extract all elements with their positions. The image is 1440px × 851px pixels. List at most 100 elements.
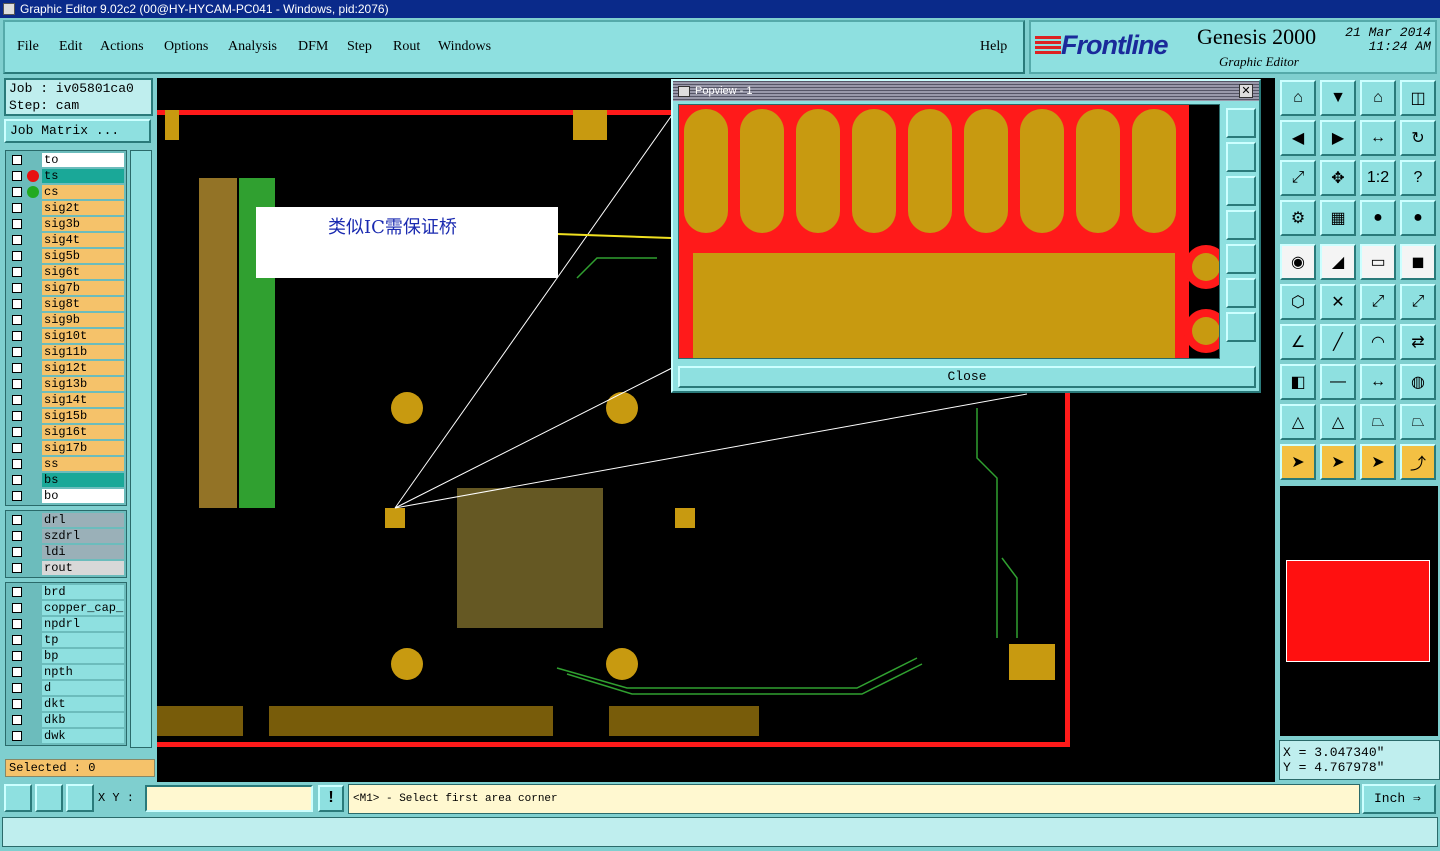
layer-row[interactable]: sig6t — [6, 264, 126, 280]
xy-input[interactable] — [145, 785, 313, 812]
layer-row[interactable]: bs — [6, 472, 126, 488]
layer-row[interactable]: sig11b — [6, 344, 126, 360]
layer-row[interactable]: bp — [6, 648, 126, 664]
shapes-icon[interactable]: ◍ — [1400, 364, 1436, 400]
layer-display-icon[interactable]: ● — [1360, 200, 1396, 236]
layer-row[interactable]: sig2t — [6, 200, 126, 216]
layer-name[interactable]: ss — [42, 457, 124, 471]
layer-row[interactable]: sig13b — [6, 376, 126, 392]
layer-checkbox[interactable] — [12, 187, 22, 197]
popview-zoom[interactable] — [679, 105, 1220, 359]
layer-checkbox[interactable] — [12, 235, 22, 245]
settings-icon[interactable]: ⚙ — [1280, 200, 1316, 236]
layer-row[interactable]: sig15b — [6, 408, 126, 424]
layer-checkbox[interactable] — [12, 683, 22, 693]
popview-canvas[interactable] — [678, 104, 1220, 359]
layer-row[interactable]: to — [6, 152, 126, 168]
flip-icon[interactable]: ⇄ — [1400, 324, 1436, 360]
layer-name[interactable]: sig14t — [42, 393, 124, 407]
menu-options[interactable]: Options — [164, 39, 208, 55]
layer-row[interactable]: ts — [6, 168, 126, 184]
popview-zoom-out-icon[interactable] — [1226, 312, 1256, 342]
layer-row[interactable]: npth — [6, 664, 126, 680]
menu-edit[interactable]: Edit — [59, 39, 82, 55]
layer-checkbox[interactable] — [12, 563, 22, 573]
layer-name[interactable]: ts — [42, 169, 124, 183]
pad-to-pad-icon[interactable]: ⤢ — [1360, 284, 1396, 320]
popview-close-button[interactable]: Close — [678, 366, 1256, 388]
trapezoid-outline-icon[interactable]: ⏢ — [1400, 404, 1436, 440]
layer-name[interactable]: ldi — [42, 545, 124, 559]
layer-checkbox[interactable] — [12, 635, 22, 645]
layer-row[interactable]: sig9b — [6, 312, 126, 328]
layer-scrollbar[interactable] — [130, 150, 152, 748]
triangle-outline-icon[interactable]: △ — [1320, 404, 1356, 440]
layer-row[interactable]: brd — [6, 584, 126, 600]
help-icon[interactable]: ? — [1400, 160, 1436, 196]
layer-checkbox[interactable] — [12, 219, 22, 229]
layer-row[interactable]: ss — [6, 456, 126, 472]
pan-left-icon[interactable]: ◀ — [1280, 120, 1316, 156]
popview-zoom-in-icon[interactable] — [1226, 278, 1256, 308]
menu-actions[interactable]: Actions — [100, 39, 144, 55]
popview-close-icon[interactable]: ✕ — [1239, 84, 1253, 98]
layer-checkbox[interactable] — [12, 427, 22, 437]
angle-icon[interactable]: ∠ — [1280, 324, 1316, 360]
layer-row[interactable]: bo — [6, 488, 126, 504]
layer-row[interactable]: sig17b — [6, 440, 126, 456]
layer-name[interactable]: npdrl — [42, 617, 124, 631]
layer-name[interactable]: sig2t — [42, 201, 124, 215]
layer-row[interactable]: szdrl — [6, 528, 126, 544]
pan-down-icon[interactable]: ▼ — [1320, 80, 1356, 116]
layer-checkbox[interactable] — [12, 299, 22, 309]
layer-name[interactable]: cs — [42, 185, 124, 199]
layer-checkbox[interactable] — [12, 443, 22, 453]
menu-analysis[interactable]: Analysis — [228, 39, 277, 55]
popview-pan-down-icon[interactable] — [1226, 176, 1256, 206]
select-feature-icon[interactable]: ◉ — [1280, 244, 1316, 280]
layer-row[interactable]: rout — [6, 560, 126, 576]
layer-checkbox[interactable] — [12, 491, 22, 501]
layer-name[interactable]: to — [42, 153, 124, 167]
layer-name[interactable]: szdrl — [42, 529, 124, 543]
layer-row[interactable]: copper_cap_t — [6, 600, 126, 616]
layer-name[interactable]: sig9b — [42, 313, 124, 327]
layer-name[interactable]: sig4t — [42, 233, 124, 247]
layer-name[interactable]: copper_cap_t — [42, 601, 124, 615]
menu-dfm[interactable]: DFM — [298, 39, 328, 55]
pan-right-icon[interactable]: ▶ — [1320, 120, 1356, 156]
split-line-icon[interactable]: — — [1320, 364, 1356, 400]
layer-checkbox[interactable] — [12, 411, 22, 421]
layer-name[interactable]: sig7b — [42, 281, 124, 295]
layer-checkbox[interactable] — [12, 315, 22, 325]
measure-tool-icon[interactable] — [35, 784, 63, 812]
popview-titlebar[interactable]: Popview - 1 ✕ — [673, 81, 1259, 101]
layer-row[interactable]: drl — [6, 512, 126, 528]
menu-rout[interactable]: Rout — [393, 39, 420, 55]
layer-checkbox[interactable] — [12, 731, 22, 741]
job-matrix-button[interactable]: Job Matrix ... — [4, 119, 151, 143]
layer-row[interactable]: sig10t — [6, 328, 126, 344]
layer-row[interactable]: ldi — [6, 544, 126, 560]
layer-name[interactable]: dwk — [42, 729, 124, 743]
layer-name[interactable]: sig13b — [42, 377, 124, 391]
layer-row[interactable]: sig5b — [6, 248, 126, 264]
layer-name[interactable]: bp — [42, 649, 124, 663]
point-to-point-icon[interactable]: ⤢ — [1400, 284, 1436, 320]
layer-checkbox[interactable] — [12, 547, 22, 557]
layer-name[interactable]: drl — [42, 513, 124, 527]
pointer-icon[interactable]: ➤ — [1280, 444, 1316, 480]
layer-row[interactable]: d — [6, 680, 126, 696]
layer-name[interactable]: sig15b — [42, 409, 124, 423]
menu-help[interactable]: Help — [980, 39, 1007, 55]
layer-checkbox[interactable] — [12, 155, 22, 165]
popview-menu-icon[interactable] — [678, 86, 690, 97]
grid-icon[interactable]: ▦ — [1320, 200, 1356, 236]
layer-checkbox[interactable] — [12, 363, 22, 373]
menu-step[interactable]: Step — [347, 39, 372, 55]
layer-checkbox[interactable] — [12, 699, 22, 709]
window-split-icon[interactable]: ◫ — [1400, 80, 1436, 116]
layer-checkbox[interactable] — [12, 587, 22, 597]
units-toggle[interactable]: Inch ⇒ — [1362, 784, 1436, 814]
mirror-icon[interactable]: ↔ — [1360, 120, 1396, 156]
